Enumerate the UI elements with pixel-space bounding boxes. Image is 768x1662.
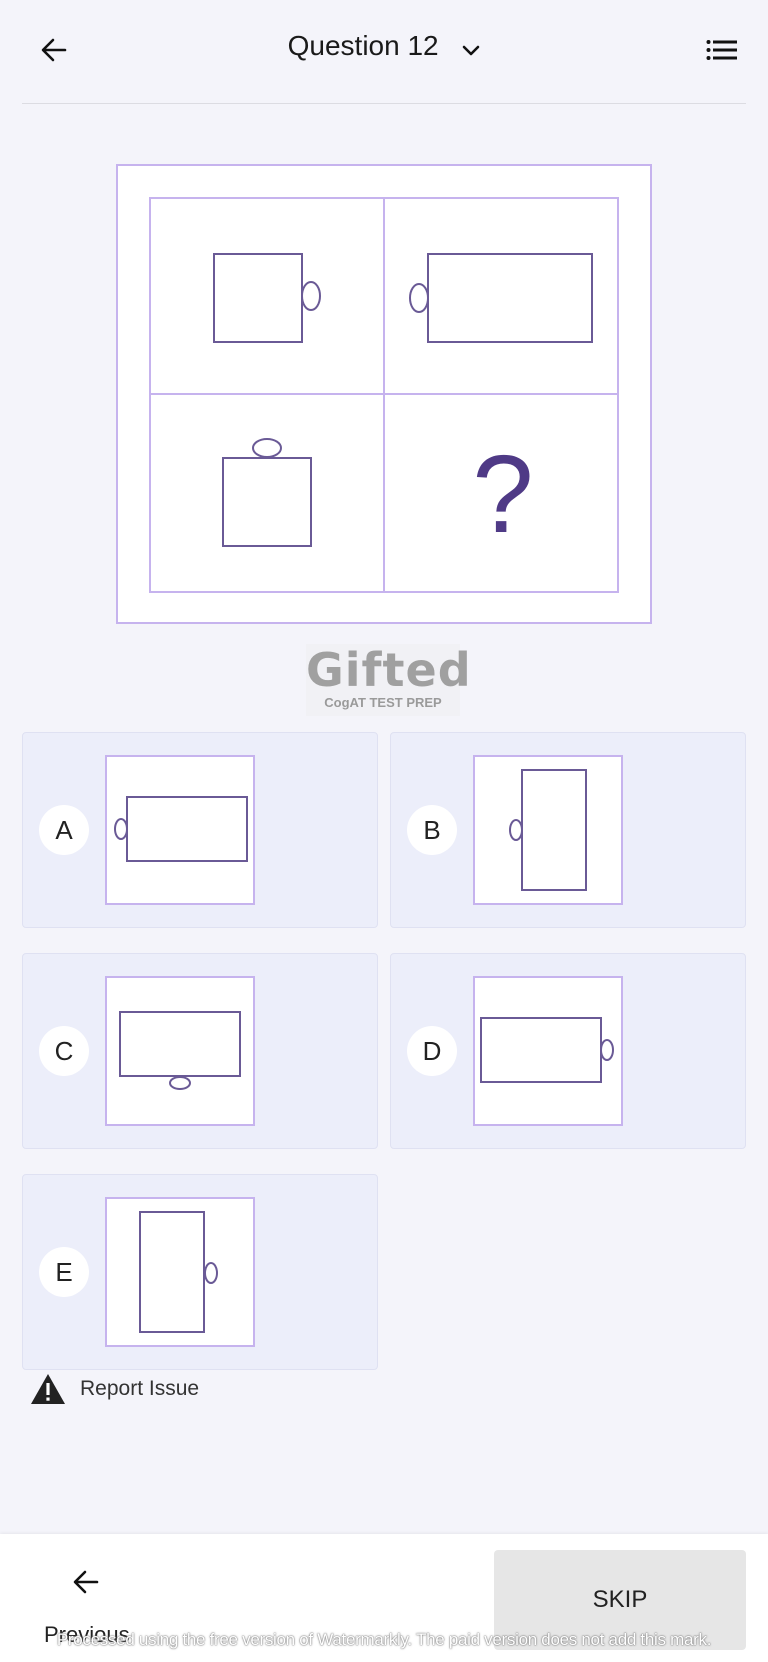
option-b[interactable]: B xyxy=(390,732,746,928)
option-figure xyxy=(105,976,255,1126)
watermark-text: Processed using the free version of Wate… xyxy=(56,1630,712,1649)
report-issue-button[interactable]: Report Issue xyxy=(30,1372,199,1406)
question-list-button[interactable] xyxy=(704,34,740,66)
page-title: Question 12 xyxy=(287,30,439,61)
logo-subtitle: CogAT TEST PREP xyxy=(324,695,442,710)
option-figure xyxy=(105,1197,255,1347)
header: Question 12 xyxy=(0,0,768,104)
header-divider xyxy=(22,103,746,104)
logo-title: Gifted xyxy=(306,643,472,697)
option-d[interactable]: D xyxy=(390,953,746,1149)
option-letter: B xyxy=(407,805,457,855)
option-e[interactable]: E xyxy=(22,1174,378,1370)
option-a[interactable]: A xyxy=(22,732,378,928)
question-mark: ? xyxy=(472,433,533,556)
option-letter: D xyxy=(407,1026,457,1076)
option-letter: E xyxy=(39,1247,89,1297)
option-letter: A xyxy=(39,805,89,855)
footer-nav: Previous SKIP Processed using the free v… xyxy=(0,1534,768,1662)
chevron-down-icon xyxy=(462,32,480,64)
question-selector[interactable]: Question 12 xyxy=(0,30,768,64)
option-figure xyxy=(473,755,623,905)
option-figure xyxy=(473,976,623,1126)
puzzle-matrix: ? xyxy=(116,164,652,624)
gifted-logo: Gifted CogAT TEST PREP xyxy=(306,643,472,716)
list-icon xyxy=(706,40,737,60)
option-c[interactable]: C xyxy=(22,953,378,1149)
arrow-left-icon xyxy=(73,1570,99,1594)
option-figure xyxy=(105,755,255,905)
option-letter: C xyxy=(39,1026,89,1076)
report-issue-label: Report Issue xyxy=(80,1377,200,1400)
warning-icon xyxy=(31,1374,65,1404)
